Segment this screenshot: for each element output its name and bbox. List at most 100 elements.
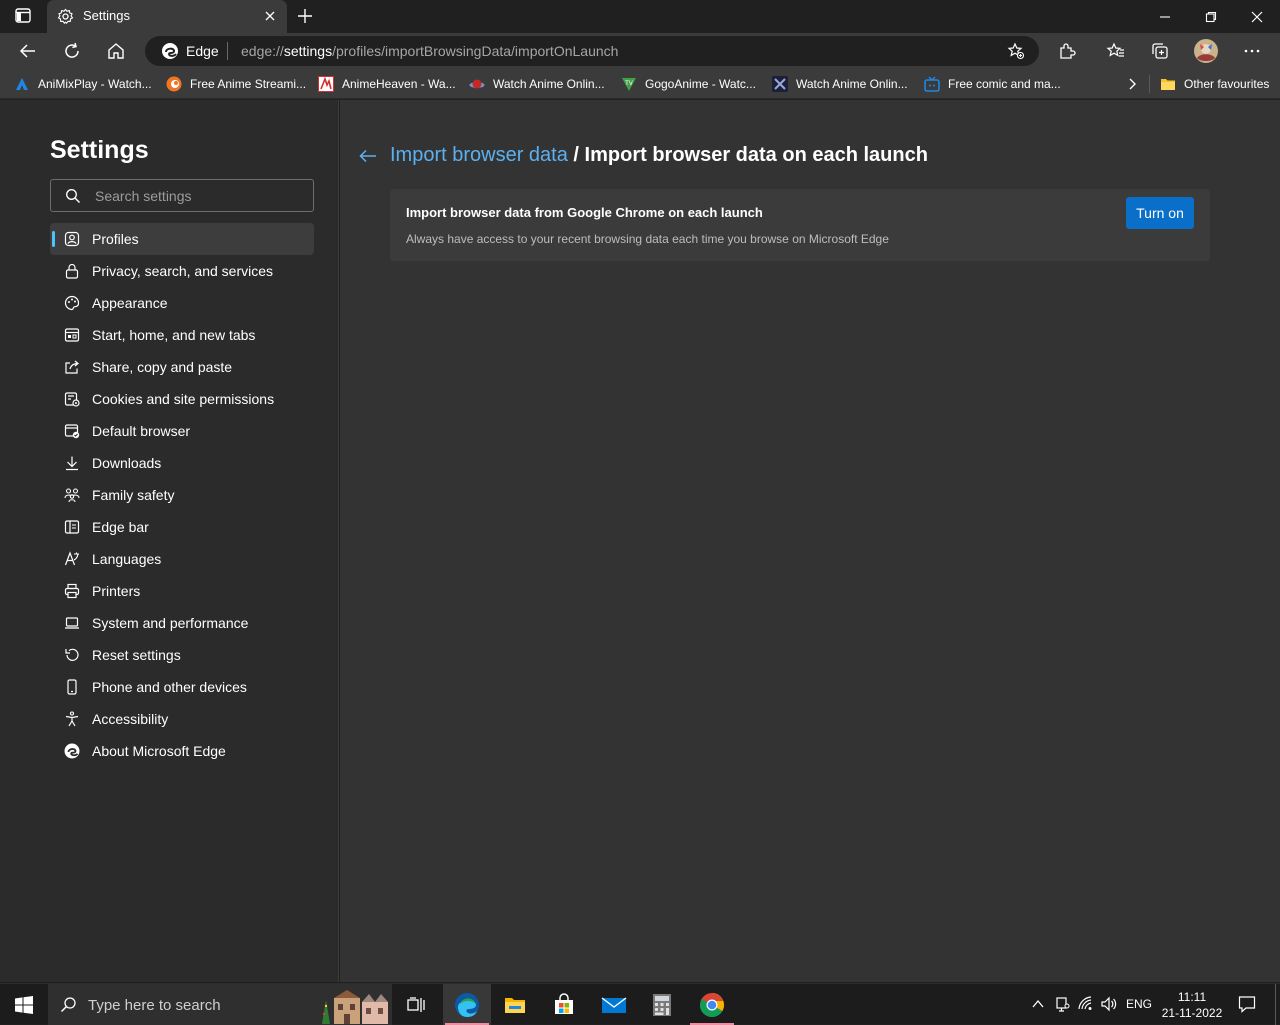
language-indicator[interactable]: ENG <box>1126 997 1152 1011</box>
sidebar-item-default-browser[interactable]: Default browser <box>50 415 314 447</box>
sidebar-item-downloads[interactable]: Downloads <box>50 447 314 479</box>
sidebar-item-share[interactable]: Share, copy and paste <box>50 351 314 383</box>
sidebar-item-label: Edge bar <box>92 519 149 535</box>
chrome-icon[interactable] <box>688 984 736 1025</box>
clock[interactable]: 11:11 21-11-2022 <box>1158 989 1226 1021</box>
more-options-icon[interactable] <box>1242 41 1262 61</box>
favorite-item[interactable]: Watch Anime Onlin... <box>772 75 908 93</box>
search-input[interactable] <box>95 186 305 206</box>
search-highlight-illustration <box>316 986 390 1024</box>
back-arrow-icon[interactable] <box>358 146 378 166</box>
browser-label: Edge <box>186 43 219 59</box>
edge-taskbar-icon[interactable] <box>443 984 491 1025</box>
favorites-divider <box>1149 75 1150 93</box>
calculator-icon[interactable] <box>638 984 686 1025</box>
restore-button[interactable] <box>1188 0 1234 33</box>
family-icon <box>64 487 80 503</box>
wifi-icon[interactable] <box>1078 996 1094 1012</box>
profile-icon <box>64 231 80 247</box>
file-explorer-icon[interactable] <box>491 984 539 1025</box>
sidebar-item-label: Downloads <box>92 455 162 471</box>
sidebar-item-privacy[interactable]: Privacy, search, and services <box>50 255 314 287</box>
favorites-overflow-chevron-icon[interactable] <box>1124 75 1140 93</box>
crunchyroll-icon <box>166 76 182 92</box>
edge-logo-icon <box>64 743 80 759</box>
address-bar[interactable]: Edge edge://settings/profiles/importBrow… <box>145 36 1039 66</box>
task-view-icon[interactable] <box>392 984 440 1025</box>
turn-on-button[interactable]: Turn on <box>1126 197 1194 229</box>
sidebar-item-accessibility[interactable]: Accessibility <box>50 703 314 735</box>
sidebar-item-label: Family safety <box>92 487 175 503</box>
taskbar-search-box[interactable]: Type here to search <box>48 984 392 1025</box>
breadcrumb: Import browser data / Import browser dat… <box>390 144 928 167</box>
sidebar-item-system[interactable]: System and performance <box>50 607 314 639</box>
tab-actions-icon[interactable] <box>12 6 36 26</box>
edge-bar-icon <box>64 519 80 535</box>
back-icon[interactable] <box>18 41 38 61</box>
device-icon[interactable] <box>1054 996 1070 1012</box>
start-page-icon <box>64 327 80 343</box>
card-description: Always have access to your recent browsi… <box>406 232 889 246</box>
sidebar-item-label: Cookies and site permissions <box>92 391 275 407</box>
sidebar-item-label: Privacy, search, and services <box>92 263 274 279</box>
sidebar-item-languages[interactable]: Languages <box>50 543 314 575</box>
favorite-item[interactable]: TV GogoAnime - Watc... <box>621 75 756 93</box>
other-favourites-folder[interactable]: Other favourites <box>1160 75 1269 93</box>
sidebar-item-profiles[interactable]: Profiles <box>50 223 314 255</box>
page-title: Settings <box>50 136 149 164</box>
favorite-item[interactable]: Free Anime Streami... <box>166 75 306 93</box>
download-icon <box>64 455 80 471</box>
tab-title: Settings <box>83 8 130 23</box>
profile-avatar[interactable] <box>1193 38 1219 64</box>
favorite-label: AnimeHeaven - Wa... <box>342 77 456 91</box>
favorite-label: Watch Anime Onlin... <box>493 77 605 91</box>
sidebar-item-about[interactable]: About Microsoft Edge <box>50 735 314 767</box>
favorite-item[interactable]: AnimeHeaven - Wa... <box>318 75 456 93</box>
home-icon[interactable] <box>106 41 126 61</box>
favorite-label: Watch Anime Onlin... <box>796 77 908 91</box>
x-logo-icon <box>772 76 788 92</box>
sidebar-item-printers[interactable]: Printers <box>50 575 314 607</box>
sidebar-item-start-home[interactable]: Start, home, and new tabs <box>50 319 314 351</box>
tv-icon <box>924 76 940 92</box>
favorites-icon[interactable] <box>1106 41 1126 61</box>
reset-icon <box>64 647 80 663</box>
refresh-icon[interactable] <box>62 41 82 61</box>
close-window-button[interactable] <box>1234 0 1280 33</box>
url-text[interactable]: edge://settings/profiles/importBrowsingD… <box>241 43 618 59</box>
mail-icon[interactable] <box>590 984 638 1025</box>
show-hidden-icons-chevron-icon[interactable] <box>1030 996 1046 1012</box>
show-desktop-button[interactable] <box>1275 984 1276 1025</box>
card-title: Import browser data from Google Chrome o… <box>406 205 763 220</box>
notification-center-icon[interactable] <box>1238 995 1256 1013</box>
sidebar-item-edge-bar[interactable]: Edge bar <box>50 511 314 543</box>
collections-icon[interactable] <box>1150 41 1170 61</box>
sidebar-item-reset[interactable]: Reset settings <box>50 639 314 671</box>
volume-icon[interactable] <box>1100 996 1117 1012</box>
folder-icon <box>1160 76 1176 92</box>
favorite-item[interactable]: Watch Anime Onlin... <box>469 75 605 93</box>
animeheaven-icon <box>318 76 334 92</box>
windows-start-icon[interactable] <box>0 984 48 1025</box>
sidebar-item-phone[interactable]: Phone and other devices <box>50 671 314 703</box>
sidebar-item-family-safety[interactable]: Family safety <box>50 479 314 511</box>
search-icon <box>65 188 81 204</box>
tab-settings[interactable]: Settings <box>47 0 287 33</box>
sidebar-item-appearance[interactable]: Appearance <box>50 287 314 319</box>
breadcrumb-separator: / <box>573 144 579 166</box>
accessibility-icon <box>64 711 80 727</box>
favorite-item[interactable]: AniMixPlay - Watch... <box>14 75 152 93</box>
new-tab-icon[interactable] <box>296 7 314 25</box>
close-tab-icon[interactable] <box>263 9 277 23</box>
add-favorite-icon[interactable] <box>1007 42 1025 60</box>
minimize-button[interactable] <box>1142 0 1188 33</box>
taskbar-search-placeholder: Type here to search <box>88 997 221 1014</box>
sidebar-item-cookies[interactable]: Cookies and site permissions <box>50 383 314 415</box>
address-separator <box>227 42 228 60</box>
favorite-item[interactable]: Free comic and ma... <box>924 75 1061 93</box>
search-settings-box[interactable] <box>50 179 314 212</box>
microsoft-store-icon[interactable] <box>540 984 588 1025</box>
sidebar-item-label: Appearance <box>92 295 168 311</box>
extensions-icon[interactable] <box>1057 41 1077 61</box>
breadcrumb-parent-link[interactable]: Import browser data <box>390 144 568 166</box>
